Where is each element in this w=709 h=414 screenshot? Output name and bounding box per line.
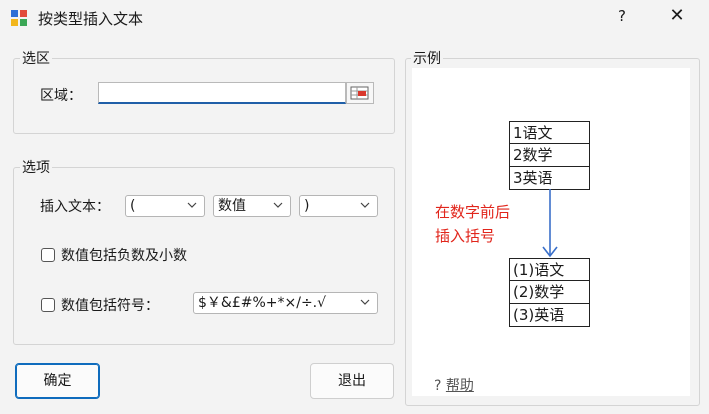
symbols-value: $￥&£#%+*×/÷.√ xyxy=(198,295,327,311)
after-row: (2)数学 xyxy=(509,281,590,304)
after-row: (3)英语 xyxy=(509,304,590,327)
chevron-down-icon xyxy=(360,202,370,208)
example-note-line1: 在数字前后 xyxy=(435,203,511,221)
help-question-icon: ? xyxy=(434,378,442,394)
range-picker-icon xyxy=(350,86,369,100)
close-button[interactable]: ✕ xyxy=(660,5,694,33)
exit-button[interactable]: 退出 xyxy=(310,363,394,399)
ok-button[interactable]: 确定 xyxy=(15,363,100,399)
insert-text-label: 插入文本： xyxy=(40,199,110,215)
symbols-label[interactable]: 数值包括符号： xyxy=(61,295,159,315)
help-link[interactable]: ? 帮助 xyxy=(434,375,474,395)
help-button[interactable]: ? xyxy=(608,7,636,31)
chevron-down-icon xyxy=(273,202,283,208)
chevron-down-icon xyxy=(360,299,370,305)
negative-decimal-checkbox[interactable] xyxy=(41,248,55,262)
before-row: 2数学 xyxy=(509,144,590,167)
value-type-select[interactable]: 数值 xyxy=(213,195,291,217)
example-note-line2: 插入括号 xyxy=(435,227,496,245)
app-icon xyxy=(11,10,27,26)
before-row: 3英语 xyxy=(509,167,590,190)
options-group-title: 选项 xyxy=(20,157,52,177)
symbols-checkbox[interactable] xyxy=(41,298,55,312)
chevron-down-icon xyxy=(187,202,197,208)
left-bracket-value: ( xyxy=(130,198,136,214)
symbols-select[interactable]: $￥&£#%+*×/÷.√ xyxy=(193,292,378,314)
negative-decimal-label[interactable]: 数值包括负数及小数 xyxy=(61,245,187,265)
down-arrow-icon xyxy=(542,189,558,258)
help-link-label[interactable]: 帮助 xyxy=(446,378,474,394)
range-select-button[interactable] xyxy=(346,82,374,104)
area-label: 区域： xyxy=(40,88,82,104)
after-row: (1)语文 xyxy=(509,258,590,281)
area-input[interactable] xyxy=(98,82,346,104)
right-bracket-value: ) xyxy=(304,198,310,214)
left-bracket-select[interactable]: ( xyxy=(125,195,205,217)
right-bracket-select[interactable]: ) xyxy=(299,195,378,217)
value-type-value: 数值 xyxy=(218,198,246,214)
selection-group-title: 选区 xyxy=(20,48,52,68)
example-group-title: 示例 xyxy=(411,48,443,68)
window-title: 按类型插入文本 xyxy=(38,10,144,28)
before-row: 1语文 xyxy=(509,121,590,144)
